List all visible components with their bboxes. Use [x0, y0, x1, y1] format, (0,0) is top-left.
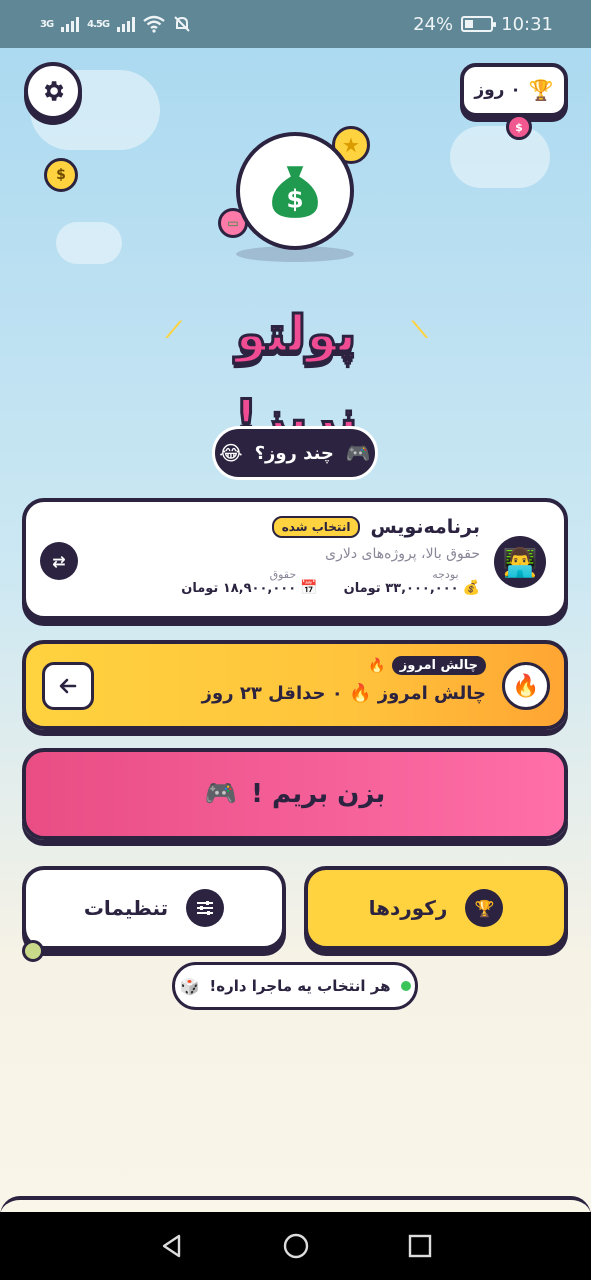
- money-bag-emblem: $: [236, 132, 354, 250]
- play-button-label: بزن بریم !: [251, 779, 386, 809]
- laughing-emoji-icon: 😂: [219, 441, 243, 465]
- dollar-coin-icon: $: [44, 158, 78, 192]
- budget-value: ۳۳,۰۰۰,۰۰۰ تومان: [343, 581, 459, 596]
- small-coin-decoration: [22, 940, 44, 962]
- budget-stat: 💰 بودجه ۳۳,۰۰۰,۰۰۰ تومان: [344, 568, 480, 596]
- challenge-badge: چالش امروز: [391, 656, 486, 675]
- job-avatar: 👨‍💻: [494, 536, 546, 588]
- battery-percent: 24%: [413, 13, 454, 35]
- job-info: برنامه‌نویس انتخاب شده حقوق بالا، پروژه‌…: [80, 516, 480, 596]
- fire-emblem: 🔥: [502, 662, 550, 710]
- signal-icon: [61, 16, 80, 32]
- battery-icon: [461, 16, 497, 32]
- android-nav-bar: [0, 1212, 591, 1280]
- how-many-days-label: چند روز؟: [254, 442, 334, 464]
- clock: 10:31: [501, 13, 553, 35]
- status-right: 24% 10:31: [413, 14, 553, 35]
- mute-bell-icon: [174, 16, 190, 32]
- challenge-arrow-button[interactable]: [42, 662, 94, 710]
- job-subtitle: حقوق بالا، پروژه‌های دلاری: [325, 546, 480, 562]
- svg-text:$: $: [286, 185, 303, 214]
- records-label: رکوردها: [368, 896, 448, 920]
- recents-nav-icon[interactable]: [408, 1234, 432, 1258]
- selected-badge: انتخاب شده: [271, 516, 361, 538]
- wifi-icon: [143, 15, 165, 33]
- back-nav-icon[interactable]: [159, 1233, 185, 1259]
- settings-label: تنظیمات: [83, 896, 169, 920]
- play-button[interactable]: بزن بریم ! 🎮: [22, 748, 568, 840]
- dollar-coin-icon: $: [506, 114, 532, 140]
- cloud-decoration: [450, 126, 550, 188]
- status-left: 3G 4.5G: [40, 15, 191, 33]
- settings-menu-button[interactable]: تنظیمات: [22, 866, 286, 950]
- sliders-icon: [186, 889, 225, 927]
- green-dot-icon: [400, 981, 411, 991]
- challenge-info: چالش امروز 🔥 چالش امروز 🔥 ۰ حداقل ۲۳ روز: [126, 656, 486, 704]
- how-many-days-button[interactable]: 🎮 چند روز؟ 😂: [212, 426, 378, 480]
- salary-label: حقوق: [269, 568, 297, 581]
- status-bar: 3G 4.5G 24% 10:31: [0, 0, 591, 48]
- budget-label: بودجه: [432, 568, 459, 581]
- records-button[interactable]: 🏆 رکوردها: [304, 866, 568, 950]
- money-bag-icon: $: [272, 166, 318, 218]
- challenge-badge-row: چالش امروز 🔥: [126, 656, 486, 675]
- challenge-text: چالش امروز 🔥 ۰ حداقل ۲۳ روز: [201, 683, 486, 704]
- trophy-circle-icon: 🏆: [465, 889, 504, 927]
- money-bag-small-icon: 💰: [462, 580, 480, 596]
- hint-pill: هر انتخاب یه ماجرا داره! 🎲: [172, 962, 418, 1010]
- salary-value: ۱۸,۹۰۰,۰۰۰ تومان: [181, 581, 297, 596]
- swap-job-button[interactable]: ⇄: [40, 542, 78, 580]
- fire-icon: 🔥: [512, 673, 540, 699]
- job-stats: 💰 بودجه ۳۳,۰۰۰,۰۰۰ تومان 📅 حقوق ۱۸,۹۰۰,۰…: [80, 568, 480, 596]
- job-title-row: برنامه‌نویس انتخاب شده: [80, 516, 480, 538]
- daily-challenge-card[interactable]: 🔥 چالش امروز 🔥 چالش امروز 🔥 ۰ حداقل ۲۳ ر…: [22, 640, 568, 730]
- game-controller-icon: 🎮: [345, 441, 371, 465]
- dice-icon: 🎲: [179, 976, 200, 996]
- game-controller-icon: 🎮: [204, 779, 238, 809]
- salary-stat: 📅 حقوق ۱۸,۹۰۰,۰۰۰ تومان: [181, 568, 317, 596]
- gear-icon: [44, 81, 64, 101]
- app-logo: پولتو نریز!: [233, 304, 361, 449]
- job-card[interactable]: 👨‍💻 برنامه‌نویس انتخاب شده حقوق بالا، پر…: [22, 498, 568, 620]
- network-type-1: 3G: [40, 18, 54, 30]
- signal-icon-2: [117, 16, 136, 32]
- home-nav-icon[interactable]: [282, 1232, 310, 1260]
- job-title: برنامه‌نویس: [370, 516, 480, 538]
- swap-icon: ⇄: [52, 551, 66, 571]
- days-counter-label: ۰ روز: [474, 80, 521, 100]
- trophy-icon: 🏆: [528, 78, 554, 102]
- fire-small-icon: 🔥: [368, 657, 386, 674]
- cloud-decoration: [56, 222, 122, 264]
- arrow-left-icon: [59, 678, 77, 694]
- hint-text: هر انتخاب یه ماجرا داره!: [209, 977, 391, 995]
- days-counter-pill[interactable]: 🏆 ۰ روز: [460, 63, 568, 117]
- settings-button[interactable]: [24, 62, 82, 120]
- calendar-icon: 📅: [300, 580, 318, 596]
- network-type-2: 4.5G: [87, 18, 110, 30]
